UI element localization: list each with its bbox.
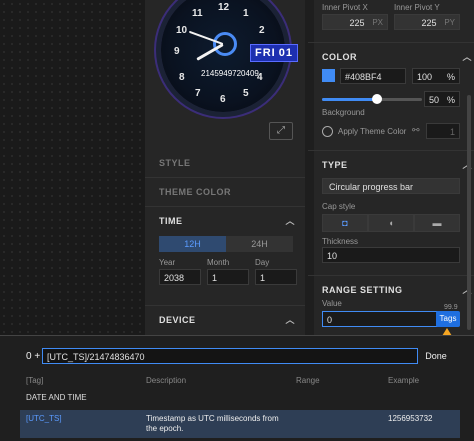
percent-unit: % <box>446 72 455 82</box>
hour-number: 12 <box>218 2 230 13</box>
link-icon: ⚯ <box>412 125 420 135</box>
tag-row[interactable]: [UTC_TS] Timestamp as UTC milliseconds f… <box>20 410 460 438</box>
pivot-y-value: 225 <box>421 18 437 28</box>
chevron-up-icon: ︿ <box>285 216 295 226</box>
day-label: Day <box>255 258 270 267</box>
chevron-up-icon: ︿ <box>285 315 295 325</box>
section-label: STYLE <box>159 158 191 168</box>
hour-number: 9 <box>174 46 180 57</box>
date-display: FRI 01 <box>250 44 298 62</box>
slider-fill <box>322 98 376 101</box>
slider-handle[interactable] <box>372 94 382 104</box>
apply-theme-radio[interactable] <box>322 126 333 137</box>
hour-number: 11 <box>192 8 203 19</box>
done-button[interactable]: Done <box>424 348 448 364</box>
percent-unit: % <box>446 95 455 105</box>
pivot-x-label: Inner Pivot X <box>322 3 368 12</box>
col-description: Description <box>146 376 187 385</box>
section-time[interactable]: TIME ︿ <box>145 206 305 235</box>
section-label: DEVICE <box>159 315 196 325</box>
section-color[interactable]: COLOR ︿ <box>308 42 474 71</box>
hour-number: 1 <box>243 8 249 19</box>
section-label: COLOR <box>322 52 357 62</box>
hour-number: 8 <box>179 72 185 83</box>
year-input[interactable]: 2038 <box>159 269 201 285</box>
col-range: Range <box>296 376 320 385</box>
mode-12h-button[interactable]: 12H <box>159 236 226 252</box>
section-label: TYPE <box>322 160 348 170</box>
apply-theme-label: Apply Theme Color <box>338 127 407 136</box>
canvas-area <box>0 0 145 335</box>
month-label: Month <box>207 258 230 267</box>
progress-ring <box>213 32 237 56</box>
pivot-x-input[interactable]: 225 PX <box>322 14 388 30</box>
hour-number: 7 <box>195 88 201 99</box>
color-swatch[interactable] <box>322 69 335 82</box>
date-day: FRI <box>255 47 276 59</box>
section-label: THEME COLOR <box>159 187 231 197</box>
tag-description: Timestamp as UTC milliseconds from the e… <box>146 414 279 433</box>
expand-button[interactable]: ⤢ <box>269 122 293 140</box>
col-tag: [Tag] <box>26 376 44 385</box>
section-label: TIME <box>159 216 183 226</box>
year-label: Year <box>159 258 176 267</box>
hex-input[interactable]: #408BF4 <box>340 68 406 84</box>
opacity-value: 100 <box>417 72 433 82</box>
py-unit: PY <box>444 18 455 27</box>
time-mode-toggle: 12H 24H <box>159 236 293 252</box>
pivot-x-value: 225 <box>349 18 365 28</box>
epoch-readout: 2145949720409 <box>201 69 259 78</box>
pivot-y-label: Inner Pivot Y <box>394 3 440 12</box>
expand-icon: ⤢ <box>277 125 285 136</box>
slider-value: 50 <box>429 95 440 105</box>
col-example: Example <box>388 376 420 385</box>
group-date-time: DATE AND TIME <box>26 393 87 402</box>
cap-style-group: ◘ ◖ ▬ <box>322 214 460 232</box>
tag-name: [UTC_TS] <box>26 414 62 423</box>
opacity-input[interactable]: 100% <box>412 68 460 84</box>
right-settings-panel: Inner Pivot X Inner Pivot Y 225 PX 225 PY … <box>308 0 474 336</box>
date-number: 01 <box>278 47 293 59</box>
tag-example: 1256953732 <box>388 414 433 423</box>
slider-value-input[interactable]: 50% <box>424 91 460 107</box>
px-unit: PX <box>372 18 383 27</box>
scrollbar[interactable] <box>467 95 471 330</box>
hour-number: 5 <box>243 88 249 99</box>
opacity-slider[interactable] <box>322 94 422 104</box>
watch-preview: 12 1 2 4 5 6 7 8 9 10 11 FRI 01 214594972… <box>145 0 305 145</box>
pivot-y-input[interactable]: 225 PY <box>394 14 460 30</box>
tags-modal: 0 + [UTC_TS]/21474836470 Done [Tag] Desc… <box>0 335 474 441</box>
section-style[interactable]: STYLE <box>145 149 305 177</box>
day-input[interactable]: 1 <box>255 269 297 285</box>
section-theme-color[interactable]: THEME COLOR <box>145 177 305 206</box>
theme-num-input[interactable]: 1 <box>426 123 460 139</box>
tags-button[interactable]: Tags <box>436 311 460 327</box>
section-type[interactable]: TYPE︿ <box>308 150 474 179</box>
expression-prefix: 0 + <box>26 351 41 362</box>
type-select[interactable]: Circular progress bar <box>322 178 460 194</box>
cap-square-icon[interactable]: ◘ <box>322 214 368 232</box>
chevron-up-icon: ︿ <box>462 52 472 62</box>
expression-input[interactable]: [UTC_TS]/21474836470 <box>42 348 418 364</box>
cap-style-label: Cap style <box>322 202 356 211</box>
value-label: Value <box>322 299 342 308</box>
max-hint: 99.9 <box>444 304 458 311</box>
range-value-input[interactable]: 0 <box>322 311 438 327</box>
hour-number: 6 <box>220 94 226 105</box>
mode-24h-button[interactable]: 24H <box>226 236 293 252</box>
thickness-input[interactable]: 10 <box>322 247 460 263</box>
section-device[interactable]: DEVICE ︿ <box>145 305 305 334</box>
hour-number: 2 <box>259 25 265 36</box>
background-label: Background <box>322 108 365 117</box>
cap-round-icon[interactable]: ◖ <box>368 214 414 232</box>
section-label: RANGE SETTING <box>322 285 403 295</box>
hour-number: 10 <box>176 25 188 36</box>
month-input[interactable]: 1 <box>207 269 249 285</box>
watch-face: 12 1 2 4 5 6 7 8 9 10 11 FRI 01 214594972… <box>161 0 298 112</box>
cap-flat-icon[interactable]: ▬ <box>414 214 460 232</box>
thickness-label: Thickness <box>322 237 359 246</box>
left-settings-panel: STYLE THEME COLOR TIME ︿ 12H 24H Year Mon… <box>145 145 305 335</box>
